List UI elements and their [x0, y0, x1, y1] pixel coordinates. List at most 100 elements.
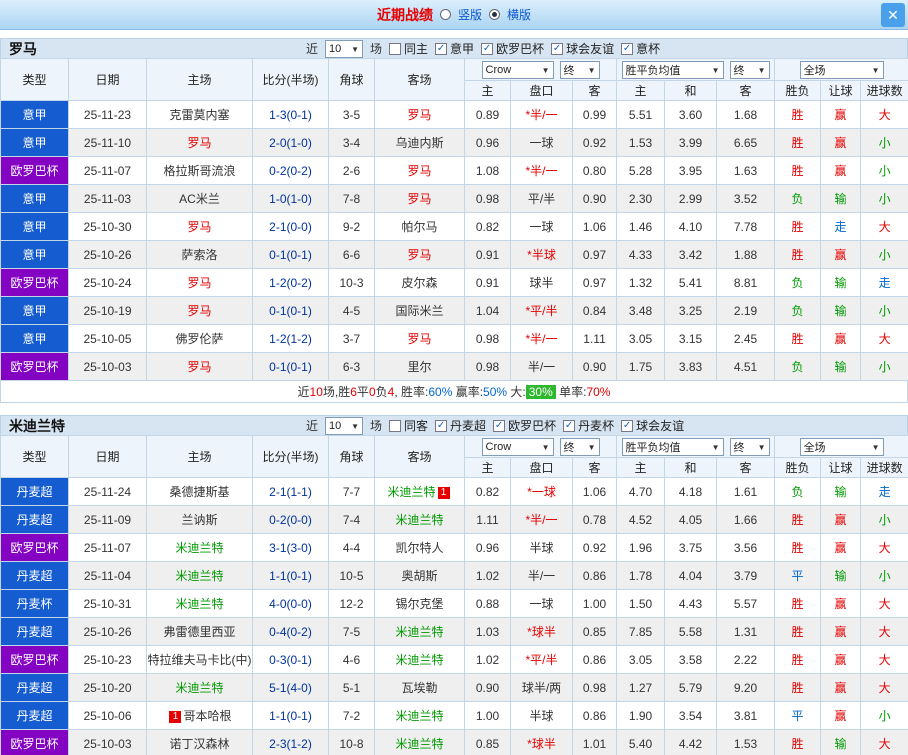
home-team-cell: 米迪兰特 [147, 562, 253, 590]
match-row[interactable]: 欧罗巴杯25-11-07米迪兰特3-1(3-0)4-4凯尔特人0.96半球0.9… [1, 534, 908, 562]
league-checkbox-superliga[interactable]: 丹麦超 [435, 417, 486, 434]
result-wdl: 负 [775, 269, 821, 297]
matches-table-midtjylland: 类型 日期 主场 比分(半场) 角球 客场 Crow 终 胜平负均值 终 [0, 435, 908, 755]
match-row[interactable]: 欧罗巴杯25-11-07格拉斯哥流浪0-2(0-2)2-6罗马1.08*半/一0… [1, 157, 908, 185]
match-row[interactable]: 意甲25-10-05佛罗伦萨1-2(1-2)3-7罗马0.98*半/一1.113… [1, 325, 908, 353]
same-away-checkbox[interactable]: 同客 [389, 417, 428, 434]
league-checkbox-friendly[interactable]: 球会友谊 [621, 417, 684, 434]
match-row[interactable]: 意甲25-10-26萨索洛0-1(0-1)6-6罗马0.91*半球0.974.3… [1, 241, 908, 269]
match-row[interactable]: 意甲25-10-19罗马0-1(0-1)4-5国际米兰1.04*平/半0.843… [1, 297, 908, 325]
chevron-down-icon [588, 64, 596, 76]
team-name: 罗马 [1, 39, 306, 59]
match-row[interactable]: 意甲25-11-10罗马2-0(1-0)3-4乌迪内斯0.96一球0.921.5… [1, 129, 908, 157]
avg-draw-odds: 3.58 [665, 646, 717, 674]
match-count-select[interactable]: 10 [325, 417, 363, 435]
same-home-checkbox[interactable]: 同主 [389, 40, 428, 57]
handicap-line: *平/半 [511, 297, 573, 325]
games-label: 场 [370, 40, 382, 57]
league-badge: 意甲 [1, 297, 69, 325]
league-checkbox-europa[interactable]: 欧罗巴杯 [481, 40, 544, 57]
chevron-down-icon [588, 441, 596, 453]
matches-table-roma: 类型 日期 主场 比分(半场) 角球 客场 Crow 终 胜平负均值 终 [0, 58, 908, 381]
col-avg-home: 主 [617, 81, 665, 101]
match-row[interactable]: 丹麦超25-10-20米迪兰特5-1(4-0)5-1瓦埃勒0.90球半/两0.9… [1, 674, 908, 702]
col-avg-draw: 和 [665, 81, 717, 101]
team-label: 罗马 [407, 164, 431, 178]
result-handicap: 输 [821, 478, 861, 506]
match-row[interactable]: 欧罗巴杯25-10-23特拉维夫马卡比(中)0-3(0-1)4-6米迪兰特1.0… [1, 646, 908, 674]
match-score: 0-3(0-1) [253, 646, 329, 674]
summary-segment: 50% [483, 385, 507, 399]
match-row[interactable]: 意甲25-11-03AC米兰1-0(1-0)7-8罗马0.98平/半0.902.… [1, 185, 908, 213]
result-wdl: 胜 [775, 241, 821, 269]
league-checkbox-coppa[interactable]: 意杯 [621, 40, 660, 57]
avg-home-odds: 1.53 [617, 129, 665, 157]
team-label: 罗马 [187, 304, 211, 318]
league-checkbox-serie-a[interactable]: 意甲 [435, 40, 474, 57]
summary-segment: 60% [428, 385, 452, 399]
avg-odds-select[interactable]: 胜平负均值 [622, 61, 724, 79]
scope-select[interactable]: 全场 [800, 61, 884, 79]
match-row[interactable]: 丹麦超25-10-061哥本哈根1-1(0-1)7-2米迪兰特1.00半球0.8… [1, 702, 908, 730]
result-handicap: 赢 [821, 157, 861, 185]
handicap-line: 半/一 [511, 562, 573, 590]
scope-select[interactable]: 全场 [800, 438, 884, 456]
avg-draw-odds: 4.18 [665, 478, 717, 506]
match-row[interactable]: 意甲25-10-30罗马2-1(0-0)9-2帕尔马0.82一球1.061.46… [1, 213, 908, 241]
horizontal-layout-radio[interactable] [489, 9, 500, 20]
away-team-cell: 米迪兰特 [375, 618, 465, 646]
odds-home: 0.98 [465, 325, 511, 353]
avg-home-odds: 1.32 [617, 269, 665, 297]
team-label: 罗马 [407, 332, 431, 346]
close-icon[interactable]: ✕ [881, 3, 905, 27]
match-date: 25-11-07 [69, 534, 147, 562]
avg-home-odds: 3.05 [617, 325, 665, 353]
checkbox-label: 丹麦超 [450, 417, 486, 434]
odds-time-select[interactable]: 终 [560, 438, 600, 456]
corner-count: 4-6 [329, 646, 375, 674]
avg-odds-select[interactable]: 胜平负均值 [622, 438, 724, 456]
filter-bar: 米迪兰特 近 10 场 同客 丹麦超 欧罗巴杯 丹麦杯 球会友谊 [0, 415, 908, 435]
avg-time-value: 终 [734, 62, 745, 78]
match-row[interactable]: 丹麦超25-10-26弗雷德里西亚0-4(0-2)7-5米迪兰特1.03*球半0… [1, 618, 908, 646]
avg-away-odds: 3.81 [717, 702, 775, 730]
match-row[interactable]: 欧罗巴杯25-10-03罗马0-1(0-1)6-3里尔0.98半/一0.901.… [1, 353, 908, 381]
home-team-cell: 桑德捷斯基 [147, 478, 253, 506]
match-score: 2-3(1-2) [253, 730, 329, 755]
match-count-select[interactable]: 10 [325, 40, 363, 58]
match-row[interactable]: 丹麦杯25-10-31米迪兰特4-0(0-0)12-2锡尔克堡0.88一球1.0… [1, 590, 908, 618]
avg-home-odds: 1.46 [617, 213, 665, 241]
away-team-cell: 罗马 [375, 101, 465, 129]
avg-time-select[interactable]: 终 [730, 438, 770, 456]
match-score: 2-1(0-0) [253, 213, 329, 241]
filter-controls: 近 10 场 同客 丹麦超 欧罗巴杯 丹麦杯 球会友谊 [306, 417, 684, 435]
team-label: 哥本哈根 [183, 709, 231, 723]
match-row[interactable]: 丹麦超25-11-24桑德捷斯基2-1(1-1)7-7米迪兰特10.82*一球1… [1, 478, 908, 506]
vertical-layout-radio[interactable] [440, 9, 451, 20]
match-row[interactable]: 欧罗巴杯25-10-24罗马1-2(0-2)10-3皮尔森0.91球半0.971… [1, 269, 908, 297]
avg-away-odds: 3.56 [717, 534, 775, 562]
avg-time-select[interactable]: 终 [730, 61, 770, 79]
result-goals: 大 [861, 534, 908, 562]
result-handicap: 赢 [821, 702, 861, 730]
match-row[interactable]: 丹麦超25-11-09兰讷斯0-2(0-0)7-4米迪兰特1.11*半/一0.7… [1, 506, 908, 534]
league-checkbox-friendly[interactable]: 球会友谊 [551, 40, 614, 57]
matches-body-midtjylland: 丹麦超25-11-24桑德捷斯基2-1(1-1)7-7米迪兰特10.82*一球1… [1, 478, 908, 755]
match-date: 25-11-24 [69, 478, 147, 506]
league-badge: 丹麦超 [1, 618, 69, 646]
match-score: 2-1(1-1) [253, 478, 329, 506]
vertical-layout-label[interactable]: 竖版 [458, 6, 482, 23]
match-row[interactable]: 欧罗巴杯25-10-03诺丁汉森林2-3(1-2)10-8米迪兰特0.85*球半… [1, 730, 908, 755]
odds-company-select[interactable]: Crow [482, 438, 554, 456]
odds-company-select[interactable]: Crow [482, 61, 554, 79]
avg-draw-odds: 4.43 [665, 590, 717, 618]
match-row[interactable]: 意甲25-11-23克雷莫内塞1-3(0-1)3-5罗马0.89*半/一0.99… [1, 101, 908, 129]
title-bar: 近期战绩 竖版 横版 ✕ [0, 0, 908, 30]
team-label: 米迪兰特 [175, 597, 223, 611]
match-score: 1-3(0-1) [253, 101, 329, 129]
league-checkbox-europa[interactable]: 欧罗巴杯 [493, 417, 556, 434]
odds-time-select[interactable]: 终 [560, 61, 600, 79]
horizontal-layout-label[interactable]: 横版 [507, 6, 531, 23]
match-row[interactable]: 丹麦超25-11-04米迪兰特1-1(0-1)10-5奥胡斯1.02半/一0.8… [1, 562, 908, 590]
league-checkbox-cup[interactable]: 丹麦杯 [563, 417, 614, 434]
